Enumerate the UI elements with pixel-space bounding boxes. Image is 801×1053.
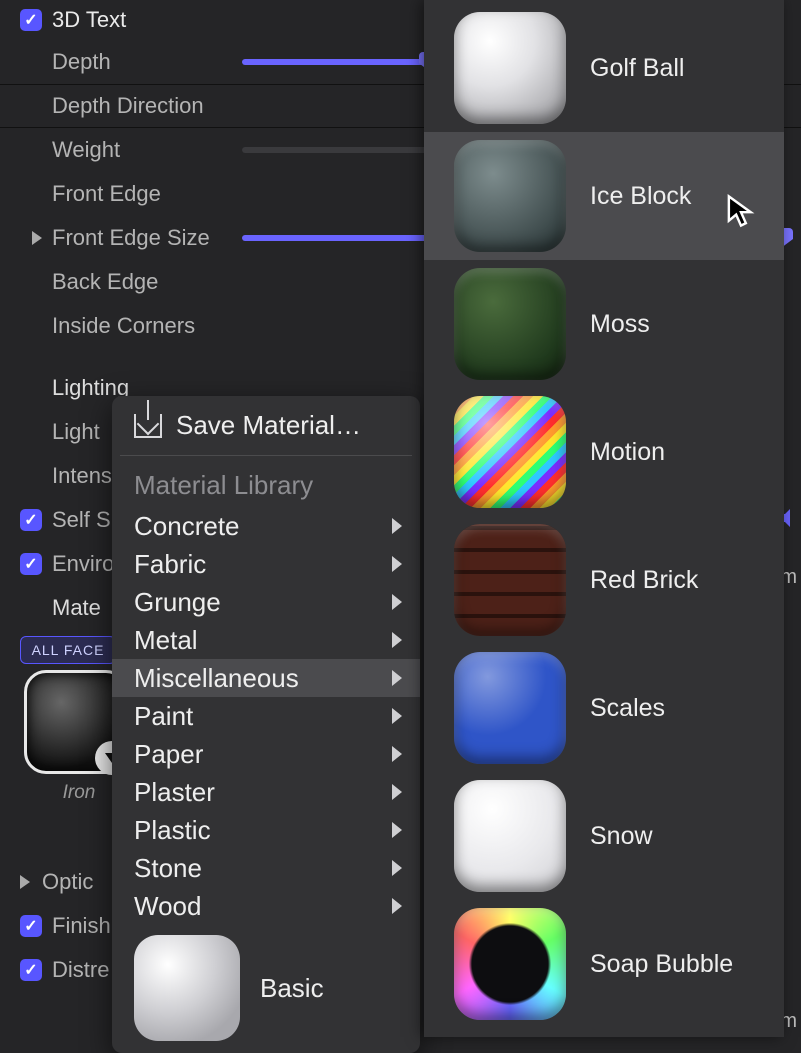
chevron-right-icon xyxy=(392,708,402,724)
material-context-menu: Save Material… Material Library Concrete… xyxy=(112,396,420,1053)
label-front-edge: Front Edge xyxy=(52,181,232,207)
chevron-right-icon xyxy=(392,746,402,762)
swatch-golf xyxy=(454,12,566,124)
checkbox-environment[interactable] xyxy=(20,553,42,575)
label-depth-direction: Depth Direction xyxy=(52,93,232,119)
menu-item-label: Wood xyxy=(134,891,201,922)
material-golf[interactable]: Golf Ball xyxy=(424,4,784,132)
save-material-item[interactable]: Save Material… xyxy=(112,396,420,455)
swatch-moss xyxy=(454,268,566,380)
disclosure-options[interactable] xyxy=(20,875,30,889)
menu-item-label: Concrete xyxy=(134,511,240,542)
basic-swatch xyxy=(134,935,240,1041)
checkbox-3d-text[interactable] xyxy=(20,9,42,31)
menu-item-paper[interactable]: Paper xyxy=(112,735,420,773)
menu-item-label: Plaster xyxy=(134,777,215,808)
menu-item-label: Stone xyxy=(134,853,202,884)
menu-item-label: Miscellaneous xyxy=(134,663,299,694)
material-motion[interactable]: Motion xyxy=(424,388,784,516)
material-label: Red Brick xyxy=(590,566,698,595)
chevron-right-icon xyxy=(392,632,402,648)
menu-item-wood[interactable]: Wood xyxy=(112,887,420,925)
label-front-edge-size: Front Edge Size xyxy=(52,225,232,251)
material-label: Scales xyxy=(590,694,665,723)
material-label: Motion xyxy=(590,438,665,467)
menu-item-miscellaneous[interactable]: Miscellaneous xyxy=(112,659,420,697)
menu-item-fabric[interactable]: Fabric xyxy=(112,545,420,583)
chevron-right-icon xyxy=(392,784,402,800)
menu-item-label: Paint xyxy=(134,701,193,732)
menu-item-concrete[interactable]: Concrete xyxy=(112,507,420,545)
menu-item-stone[interactable]: Stone xyxy=(112,849,420,887)
label-inside-corners: Inside Corners xyxy=(52,313,232,339)
menu-basic-item[interactable]: Basic xyxy=(112,925,420,1043)
menu-item-label: Fabric xyxy=(134,549,206,580)
chevron-right-icon xyxy=(392,860,402,876)
menu-item-label: Grunge xyxy=(134,587,221,618)
material-scales[interactable]: Scales xyxy=(424,644,784,772)
material-ice[interactable]: Ice Block xyxy=(424,132,784,260)
chevron-right-icon xyxy=(392,898,402,914)
menu-section-title: Material Library xyxy=(112,456,420,507)
label-depth: Depth xyxy=(52,49,232,75)
checkbox-distress[interactable] xyxy=(20,959,42,981)
material-submenu: Golf Ball Ice Block Moss Motion Red Brick Sca… xyxy=(424,0,784,1037)
menu-item-label: Metal xyxy=(134,625,198,656)
menu-item-label: Paper xyxy=(134,739,203,770)
menu-item-paint[interactable]: Paint xyxy=(112,697,420,735)
disclosure-front-edge-size[interactable] xyxy=(32,231,42,245)
swatch-scales xyxy=(454,652,566,764)
basic-label: Basic xyxy=(260,973,324,1004)
chevron-right-icon xyxy=(392,822,402,838)
chevron-right-icon xyxy=(392,556,402,572)
all-faces-chip[interactable]: ALL FACE xyxy=(20,636,116,664)
swatch-snow xyxy=(454,780,566,892)
label-back-edge: Back Edge xyxy=(52,269,232,295)
chevron-right-icon xyxy=(392,518,402,534)
material-moss[interactable]: Moss xyxy=(424,260,784,388)
menu-item-plastic[interactable]: Plastic xyxy=(112,811,420,849)
chevron-right-icon xyxy=(392,594,402,610)
material-label: Ice Block xyxy=(590,182,691,211)
section-title: 3D Text xyxy=(52,7,126,33)
checkbox-finish[interactable] xyxy=(20,915,42,937)
material-snow[interactable]: Snow xyxy=(424,772,784,900)
chevron-right-icon xyxy=(392,670,402,686)
checkbox-self-shadows[interactable] xyxy=(20,509,42,531)
material-label: Soap Bubble xyxy=(590,950,733,979)
swatch-ice xyxy=(454,140,566,252)
material-brick[interactable]: Red Brick xyxy=(424,516,784,644)
menu-item-label: Plastic xyxy=(134,815,211,846)
swatch-soap xyxy=(454,908,566,1020)
label-weight: Weight xyxy=(52,137,232,163)
swatch-motion xyxy=(454,396,566,508)
menu-item-metal[interactable]: Metal xyxy=(112,621,420,659)
download-icon xyxy=(134,414,162,438)
material-label: Moss xyxy=(590,310,650,339)
swatch-brick xyxy=(454,524,566,636)
save-material-label: Save Material… xyxy=(176,410,361,441)
menu-item-grunge[interactable]: Grunge xyxy=(112,583,420,621)
material-label: Snow xyxy=(590,822,653,851)
material-soap[interactable]: Soap Bubble xyxy=(424,900,784,1028)
menu-item-plaster[interactable]: Plaster xyxy=(112,773,420,811)
material-label: Golf Ball xyxy=(590,54,684,83)
